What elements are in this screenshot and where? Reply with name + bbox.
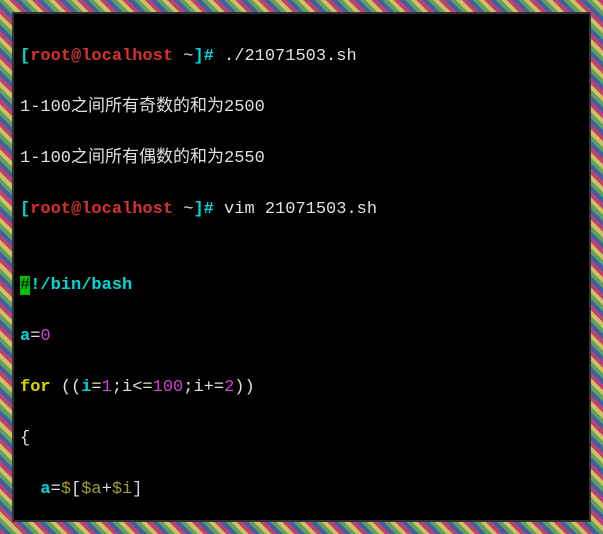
var: a: [20, 327, 30, 346]
num: 0: [40, 327, 50, 346]
code-line: for ((i=1;i<=100;i+=2)): [20, 375, 583, 401]
bracket: [: [20, 47, 30, 66]
paren: ((: [61, 378, 81, 397]
terminal-window[interactable]: [root@localhost ~]# ./21071503.sh 1-100之…: [12, 12, 591, 522]
output-line: 1-100之间所有奇数的和为2500: [20, 95, 583, 121]
paren: )): [234, 378, 254, 397]
code-line: a=$[$a+$i]: [20, 477, 583, 503]
op: ;i<=: [112, 378, 153, 397]
num: 1: [102, 378, 112, 397]
op: =: [91, 378, 101, 397]
varref: $a: [81, 480, 101, 499]
num: 100: [153, 378, 184, 397]
tilde: ~: [173, 200, 193, 219]
var: i: [81, 378, 91, 397]
op: +: [102, 480, 112, 499]
op: =: [30, 327, 40, 346]
userhost: root@localhost: [30, 200, 173, 219]
command-text: vim 21071503.sh: [214, 200, 377, 219]
prompt-line-2: [root@localhost ~]# vim 21071503.sh: [20, 197, 583, 223]
op: ;i+=: [183, 378, 224, 397]
cursor: #: [20, 276, 30, 295]
output-line: 1-100之间所有偶数的和为2550: [20, 146, 583, 172]
command-text: ./21071503.sh: [214, 47, 357, 66]
brace: {: [20, 426, 583, 452]
shebang-text: !/bin/bash: [30, 276, 132, 295]
bracket: [: [71, 480, 81, 499]
userhost: root@localhost: [30, 47, 173, 66]
shebang-line: #!/bin/bash: [20, 273, 583, 299]
dollar: $: [61, 480, 71, 499]
bracket: ]#: [193, 47, 213, 66]
varref: $i: [112, 480, 132, 499]
prompt-line-1: [root@localhost ~]# ./21071503.sh: [20, 44, 583, 70]
bracket: [: [20, 200, 30, 219]
code-line: a=0: [20, 324, 583, 350]
tilde: ~: [173, 47, 193, 66]
indent: [20, 480, 40, 499]
keyword: for: [20, 378, 61, 397]
bracket: ]#: [193, 200, 213, 219]
num: 2: [224, 378, 234, 397]
bracket: ]: [132, 480, 142, 499]
op: =: [51, 480, 61, 499]
var: a: [40, 480, 50, 499]
